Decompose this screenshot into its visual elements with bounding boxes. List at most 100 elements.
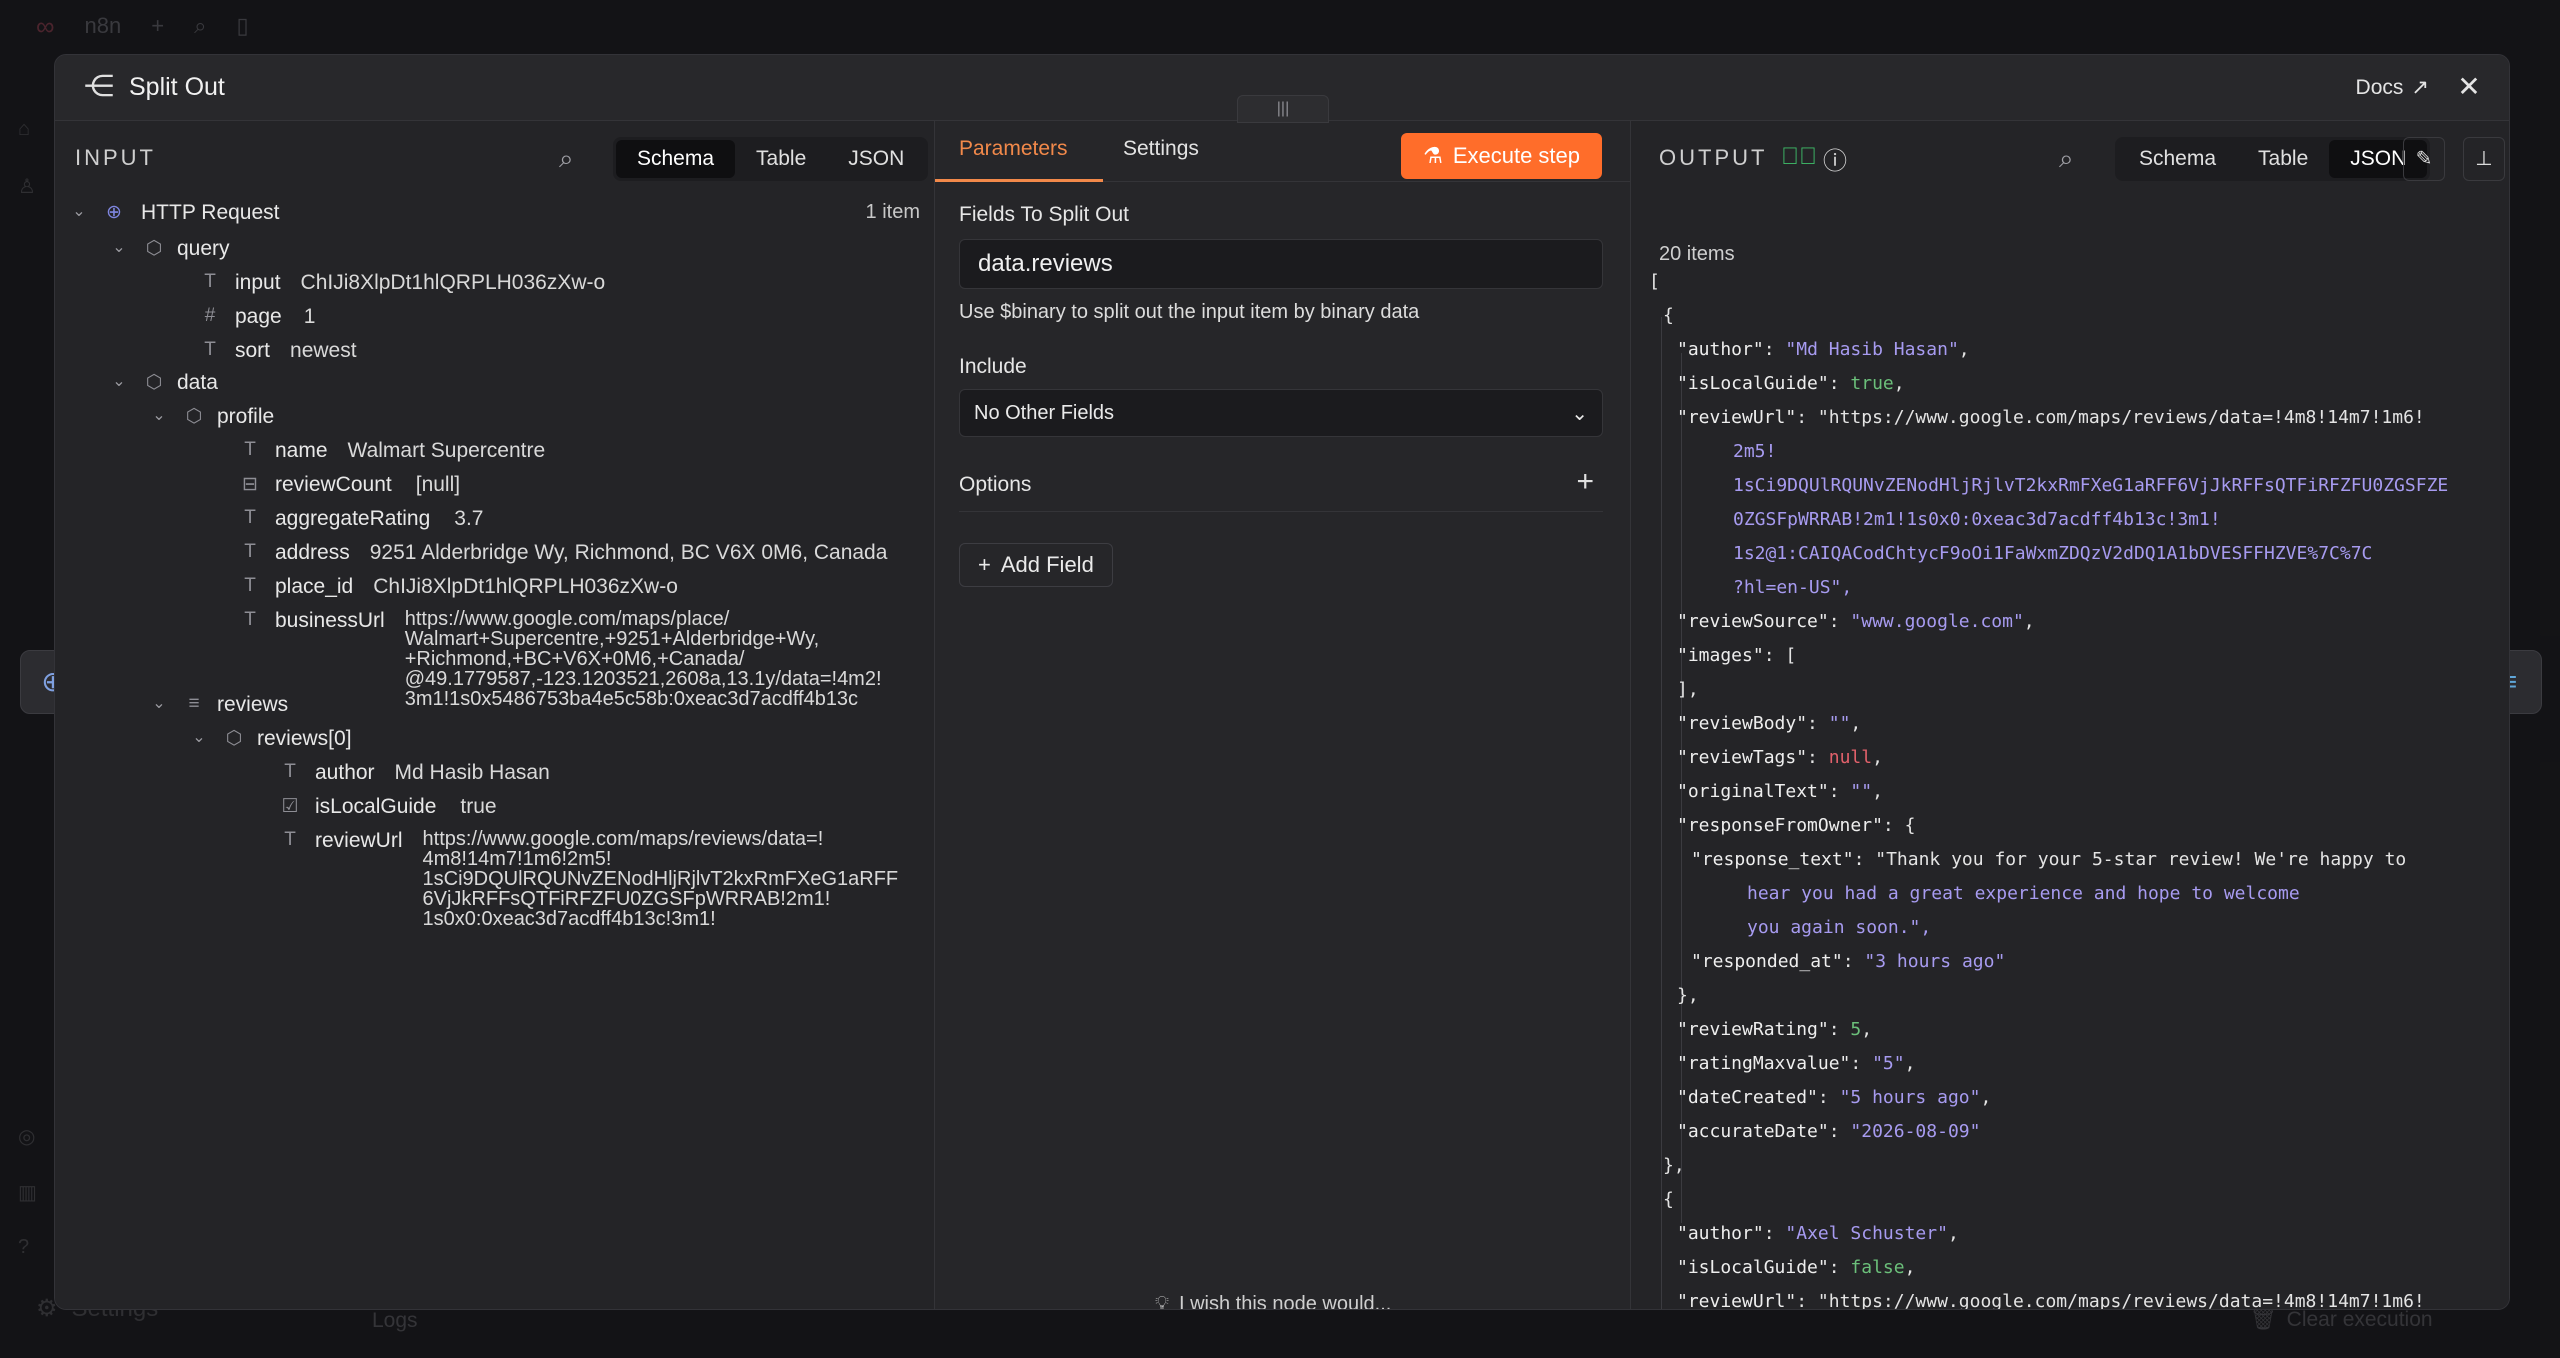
chevron-down-icon[interactable]: ⌄ (187, 727, 211, 747)
input-tab-table[interactable]: Table (735, 140, 827, 178)
object-icon: ⬡ (145, 238, 163, 259)
include-select[interactable]: No Other Fields ⌄ (959, 389, 1603, 437)
json-line: "reviewUrl": "https://www.google.com/map… (1677, 407, 2425, 428)
json-line: "accurateDate": "2026-08-09" (1677, 1121, 1981, 1142)
node-modal: ⋲ Split Out Docs ↗ ✕ INPUT ⌕ Schema Tabl… (54, 54, 2510, 1310)
include-label: Include (959, 355, 1027, 378)
json-line: "images": [ (1677, 645, 1797, 666)
input-tab-json[interactable]: JSON (827, 140, 925, 178)
tree-row-sort: T sort newest (197, 339, 356, 371)
json-line: 1s2@1:CAIQACodChtycF9oOi1FaWxmZDQzV2dDQ1… (1733, 543, 2373, 564)
object-icon: ⬡ (185, 406, 203, 427)
json-line: }, (1663, 1155, 1685, 1176)
search-icon[interactable]: ⌕ (559, 143, 574, 175)
add-option-plus-icon[interactable]: + (1576, 465, 1594, 499)
null-type-icon: ⊟ (242, 474, 258, 495)
tree-row-address: T address 9251 Alderbridge Wy, Richmond,… (237, 541, 887, 573)
close-button[interactable]: ✕ (2451, 69, 2487, 105)
json-line: hear you had a great experience and hope… (1747, 883, 2300, 904)
docs-link[interactable]: Docs ↗ (2356, 75, 2429, 100)
plus-icon: + (978, 552, 991, 577)
tree-row-http-request[interactable]: ⌄ ⊕ HTTP Request (67, 201, 279, 233)
json-line: you again soon.", (1747, 917, 1932, 938)
tree-row-page: # page 1 (197, 305, 316, 337)
text-type-icon: T (204, 339, 216, 360)
tree-row-businessurl: T businessUrl https://www.google.com/map… (237, 609, 905, 709)
tree-row-author: T author Md Hasib Hasan (277, 761, 550, 793)
chevron-down-icon[interactable]: ⌄ (67, 201, 91, 221)
text-type-icon: T (244, 609, 256, 630)
feedback-link[interactable]: 💡︎ I wish this node would... (1155, 1293, 1391, 1310)
chevron-down-icon[interactable]: ⌄ (147, 693, 171, 713)
chevron-down-icon[interactable]: ⌄ (107, 237, 131, 257)
globe-icon: ⊕ (106, 202, 122, 223)
output-panel: OUTPUT ✓⃝ ⓘ ⌕ Schema Table JSON ✎ ⊥ 20 i… (1631, 121, 2509, 1310)
json-line: "reviewTags": null, (1677, 747, 1883, 768)
output-tab-schema[interactable]: Schema (2118, 140, 2237, 178)
json-line: "ratingMaxvalue": "5", (1677, 1053, 1916, 1074)
edit-output-pencil-icon[interactable]: ✎ (2403, 137, 2445, 181)
text-type-icon: T (244, 541, 256, 562)
text-type-icon: T (204, 271, 216, 292)
output-view-switch: Schema Table JSON (2115, 137, 2431, 181)
output-tab-table[interactable]: Table (2237, 140, 2329, 178)
tab-settings[interactable]: Settings (1123, 137, 1199, 161)
chevron-down-icon[interactable]: ⌄ (147, 405, 171, 425)
tree-row-reviews[interactable]: ⌄ ≡ reviews (147, 693, 288, 725)
json-line: "reviewUrl": "https://www.google.com/map… (1677, 1291, 2425, 1310)
split-out-icon: ⋲ (84, 70, 114, 103)
tree-row-input: T input ChIJi8XlpDt1hlQRPLH036zXw-o (197, 271, 605, 303)
fields-to-split-label: Fields To Split Out (959, 203, 1130, 226)
text-type-icon: T (244, 439, 256, 460)
tree-row-reviewurl: T reviewUrl https://www.google.com/maps/… (277, 829, 913, 939)
json-line: "response_text": "Thank you for your 5-s… (1691, 849, 2407, 870)
tab-parameters[interactable]: Parameters (959, 137, 1068, 161)
text-type-icon: T (244, 575, 256, 596)
info-icon[interactable]: ⓘ (1823, 141, 1847, 176)
panel-drag-handle[interactable]: ||| (1237, 95, 1329, 123)
json-line: "responseFromOwner": { (1677, 815, 1916, 836)
tree-row-reviews-0[interactable]: ⌄ ⬡ reviews[0] (187, 727, 351, 759)
node-title: Split Out (129, 73, 225, 101)
search-icon[interactable]: ⌕ (2059, 143, 2074, 175)
output-label: OUTPUT (1659, 145, 1768, 170)
json-line: "isLocalGuide": true, (1677, 373, 1905, 394)
text-type-icon: T (284, 761, 296, 782)
tree-row-reviewcount: ⊟ reviewCount [null] (237, 473, 460, 505)
tree-row-profile[interactable]: ⌄ ⬡ profile (147, 405, 274, 437)
active-tab-indicator (935, 179, 1103, 182)
boolean-type-icon: ☑ (281, 796, 299, 817)
json-line: [ (1649, 271, 1660, 292)
json-line: ?hl=en-US", (1733, 577, 1853, 598)
execute-step-button[interactable]: ⚗ Execute step (1401, 133, 1602, 179)
pin-data-icon[interactable]: ⊥ (2463, 137, 2505, 181)
tree-row-data[interactable]: ⌄ ⬡ data (107, 371, 218, 403)
input-tab-schema[interactable]: Schema (616, 140, 736, 178)
json-line: 0ZGSFpWRRAB!2m1!1s0x0:0xeac3d7acdff4b13c… (1733, 509, 2221, 530)
object-icon: ⬡ (225, 728, 243, 749)
json-line: }, (1677, 985, 1699, 1006)
input-item-count: 1 item (865, 201, 920, 223)
fields-to-split-input[interactable]: data.reviews (959, 239, 1603, 289)
chevron-down-icon[interactable]: ⌄ (107, 371, 131, 391)
tree-row-query[interactable]: ⌄ ⬡ query (107, 237, 229, 269)
text-type-icon: T (284, 829, 296, 850)
lightbulb-icon: 💡︎ (1155, 1293, 1169, 1310)
json-line: "reviewSource": "www.google.com", (1677, 611, 2035, 632)
json-line: "reviewRating": 5, (1677, 1019, 1873, 1040)
tree-row-aggregaterating: T aggregateRating 3.7 (237, 507, 483, 539)
json-line: "reviewBody": "", (1677, 713, 1862, 734)
json-line: "originalText": "", (1677, 781, 1883, 802)
options-label: Options (959, 473, 1032, 496)
flask-icon: ⚗ (1423, 143, 1443, 168)
json-line: { (1663, 305, 1674, 326)
json-line: "dateCreated": "5 hours ago", (1677, 1087, 1992, 1108)
text-type-icon: T (244, 507, 256, 528)
json-line: 2m5! (1733, 441, 1777, 462)
tree-row-name: T name Walmart Supercentre (237, 439, 545, 471)
options-divider (959, 511, 1603, 512)
json-line: "author": "Axel Schuster", (1677, 1223, 1959, 1244)
add-field-button[interactable]: + Add Field (959, 543, 1113, 587)
json-line: 1sCi9DQUlRQUNvZENodHljRjlvT2kxRmFXeG1aRF… (1733, 475, 2449, 496)
list-icon: ≡ (188, 693, 200, 714)
